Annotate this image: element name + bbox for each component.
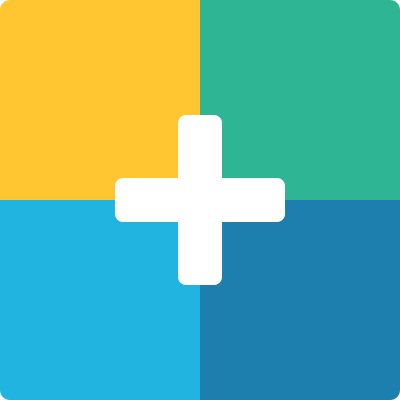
top-left-quadrant (0, 0, 200, 200)
bottom-right-quadrant (200, 200, 400, 400)
top-right-quadrant (200, 0, 400, 200)
plus-quadrants-icon (0, 0, 400, 400)
bottom-left-quadrant (0, 200, 200, 400)
plus-horizontal-bar (115, 178, 285, 222)
app-icon (0, 0, 400, 400)
